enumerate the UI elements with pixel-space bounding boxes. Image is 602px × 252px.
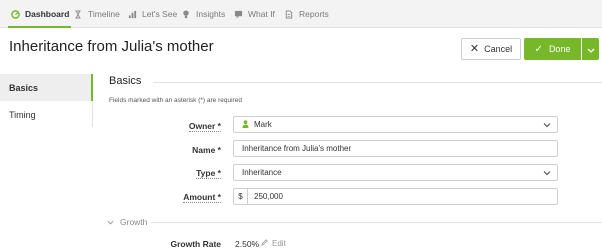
type-select[interactable]: Inheritance — [233, 164, 558, 181]
sidebar-item-label: Timing — [9, 109, 36, 120]
lightbulb-icon — [181, 9, 191, 19]
bar-chart-icon — [127, 9, 137, 19]
chevron-down-icon — [543, 169, 551, 178]
section-divider — [153, 82, 602, 83]
growth-section-label: Growth — [120, 217, 148, 227]
cancel-button-label: Cancel — [484, 44, 513, 54]
name-label: Name * — [192, 145, 221, 155]
tab-insights[interactable]: Insights — [181, 0, 225, 28]
section-title: Basics — [109, 75, 142, 87]
tab-label: Let's See — [142, 9, 178, 19]
owner-value: Mark — [254, 120, 272, 129]
tab-lets-see[interactable]: Let's See — [127, 0, 177, 28]
close-icon: ✕ — [469, 42, 480, 55]
required-note: Fields marked with an asterisk (*) are r… — [109, 97, 242, 104]
growth-section-toggle[interactable]: Growth — [107, 217, 147, 227]
tab-label: Insights — [196, 9, 226, 19]
growth-divider — [151, 222, 602, 223]
cancel-button[interactable]: ✕ Cancel — [461, 38, 521, 60]
amount-label: Amount * — [183, 192, 221, 203]
sidebar-item-label: Basics — [9, 82, 39, 93]
amount-field[interactable]: $ 250,000 — [233, 188, 558, 205]
chevron-down-icon — [107, 217, 114, 227]
sidebar-item-basics[interactable]: Basics — [0, 74, 93, 101]
tab-dashboard[interactable]: Dashboard — [7, 0, 72, 28]
tab-label: What If — [248, 9, 275, 19]
tab-timeline[interactable]: Timeline — [73, 0, 120, 28]
person-icon — [242, 119, 249, 130]
done-dropdown-button[interactable] — [582, 38, 599, 60]
edit-label: Edit — [272, 239, 286, 248]
tab-label: Reports — [299, 9, 329, 19]
name-value: Inheritance from Julia's mother — [242, 144, 352, 153]
page-title: Inheritance from Julia's mother — [9, 38, 214, 55]
hourglass-icon — [73, 9, 83, 19]
type-value: Inheritance — [242, 168, 282, 177]
type-label: Type * — [196, 168, 221, 179]
owner-select[interactable]: Mark — [233, 116, 558, 133]
owner-label: Owner * — [188, 121, 221, 132]
name-field[interactable]: Inheritance from Julia's mother — [233, 140, 558, 157]
chevron-down-icon — [587, 40, 595, 58]
growth-rate-value: 2.50% — [235, 239, 260, 249]
tab-label: Timeline — [88, 9, 120, 19]
done-button-label: Done — [548, 44, 571, 54]
tab-label: Dashboard — [25, 9, 70, 19]
chevron-down-icon — [543, 121, 551, 130]
growth-rate-edit-link[interactable]: Edit — [261, 239, 286, 248]
chat-icon — [233, 9, 243, 19]
growth-rate-label: Growth Rate — [170, 239, 221, 249]
document-icon — [284, 9, 294, 19]
top-nav-bar: Dashboard Timeline Let's See Insights Wh… — [0, 0, 602, 28]
check-icon: ✓ — [534, 43, 543, 55]
tab-reports[interactable]: Reports — [284, 0, 329, 28]
tab-what-if[interactable]: What If — [233, 0, 275, 28]
currency-prefix: $ — [234, 189, 248, 204]
dashboard-icon — [10, 9, 20, 19]
pencil-icon — [261, 239, 268, 248]
amount-value: 250,000 — [254, 192, 283, 201]
done-button[interactable]: ✓ Done — [524, 38, 581, 60]
